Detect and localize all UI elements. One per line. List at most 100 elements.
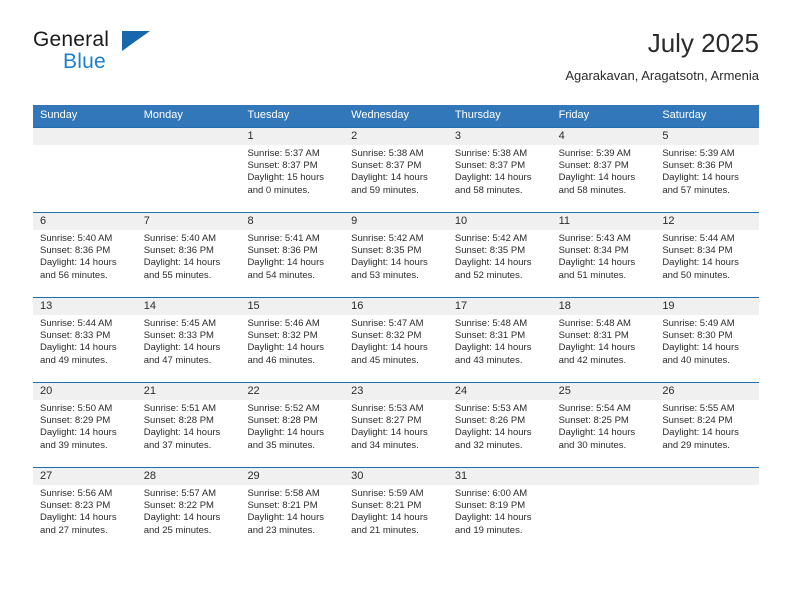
sunrise-text: Sunrise: 5:42 AM <box>454 233 528 244</box>
daylight-text-line2: and 43 minutes. <box>454 354 523 366</box>
calendar-day-cell[interactable]: 14 Sunrise: 5:45 AM Sunset: 8:33 PM Dayligh… <box>136 298 241 382</box>
calendar-day-cell[interactable]: 28 Sunrise: 5:57 AM Sunset: 8:22 PM Dayligh… <box>136 468 241 552</box>
sunset-text: Sunset: 8:21 PM <box>351 500 422 512</box>
sunrise-text: Sunrise: 5:50 AM <box>40 403 113 414</box>
day-number <box>33 128 137 145</box>
sunrise-text: Sunrise: 5:42 AM <box>351 233 424 244</box>
day-number: 6 <box>33 213 137 230</box>
day-number: 4 <box>551 128 656 145</box>
sunset-text: Sunset: 8:31 PM <box>454 330 526 342</box>
daylight-text-line1: Daylight: 14 hours <box>351 427 428 439</box>
sunrise-text: Sunrise: 6:00 AM <box>454 488 528 499</box>
sunrise-text: Sunrise: 5:56 AM <box>40 488 113 499</box>
daylight-text-line2: and 29 minutes. <box>662 439 730 451</box>
calendar-day-cell[interactable]: 24 Sunrise: 5:53 AM Sunset: 8:26 PM Dayligh… <box>447 383 552 467</box>
calendar-day-cell[interactable]: 15 Sunrise: 5:46 AM Sunset: 8:32 PM Dayligh… <box>240 298 345 382</box>
sunrise-text: Sunrise: 5:51 AM <box>143 403 217 414</box>
daylight-text-line1: Daylight: 14 hours <box>351 257 428 269</box>
calendar-day-cell[interactable]: 1 Sunrise: 5:37 AM Sunset: 8:37 PM Daylight… <box>240 128 345 212</box>
day-sun-info: Sunrise: 5:40 AM Sunset: 8:36 PM Daylight:… <box>137 230 241 282</box>
sunset-text: Sunset: 8:37 PM <box>351 160 422 172</box>
sunset-text: Sunset: 8:19 PM <box>454 500 526 512</box>
calendar-day-cell[interactable]: 6 Sunrise: 5:40 AM Sunset: 8:36 PM Daylight… <box>33 213 137 297</box>
daylight-text-line1: Daylight: 14 hours <box>454 257 532 269</box>
calendar-day-cell[interactable]: 21 Sunrise: 5:51 AM Sunset: 8:28 PM Dayligh… <box>136 383 241 467</box>
weekday-header-monday: Monday <box>143 109 183 121</box>
calendar-day-cell[interactable]: 3 Sunrise: 5:38 AM Sunset: 8:37 PM Daylight… <box>447 128 552 212</box>
calendar-grid: Sunday Monday Tuesday Wednesday Thursday… <box>33 105 760 552</box>
calendar-day-cell[interactable]: 27 Sunrise: 5:56 AM Sunset: 8:23 PM Dayligh… <box>33 468 137 552</box>
daylight-text-line2: and 45 minutes. <box>351 354 419 366</box>
daylight-text-line1: Daylight: 14 hours <box>454 427 532 439</box>
calendar-day-cell[interactable]: 29 Sunrise: 5:58 AM Sunset: 8:21 PM Dayligh… <box>240 468 345 552</box>
sunset-text: Sunset: 8:32 PM <box>351 330 422 342</box>
weekday-header-saturday: Saturday <box>662 109 707 121</box>
day-sun-info: Sunrise: 5:47 AM Sunset: 8:32 PM Daylight:… <box>344 315 448 367</box>
daylight-text-line2: and 25 minutes. <box>143 524 212 536</box>
sunset-text: Sunset: 8:32 PM <box>247 330 318 342</box>
calendar-day-cell[interactable]: 12 Sunrise: 5:44 AM Sunset: 8:34 PM Dayligh… <box>655 213 760 297</box>
calendar-day-cell[interactable]: 7 Sunrise: 5:40 AM Sunset: 8:36 PM Daylight… <box>136 213 241 297</box>
calendar-day-cell[interactable]: 9 Sunrise: 5:42 AM Sunset: 8:35 PM Daylight… <box>344 213 448 297</box>
daylight-text-line2: and 55 minutes. <box>143 269 212 281</box>
calendar-day-cell[interactable]: 18 Sunrise: 5:48 AM Sunset: 8:31 PM Dayligh… <box>551 298 656 382</box>
day-sun-info: Sunrise: 5:58 AM Sunset: 8:21 PM Daylight:… <box>240 485 344 537</box>
sunset-text: Sunset: 8:30 PM <box>662 330 733 342</box>
sunset-text: Sunset: 8:35 PM <box>351 245 422 257</box>
daylight-text-line2: and 34 minutes. <box>351 439 419 451</box>
sunrise-text: Sunrise: 5:54 AM <box>558 403 631 414</box>
sunrise-text: Sunrise: 5:40 AM <box>143 233 217 244</box>
calendar-week-row: 20 Sunrise: 5:50 AM Sunset: 8:29 PM Dayligh… <box>33 382 760 467</box>
day-number: 13 <box>33 298 137 315</box>
day-number: 1 <box>240 128 345 145</box>
day-number: 31 <box>447 468 552 485</box>
calendar-day-cell[interactable]: 2 Sunrise: 5:38 AM Sunset: 8:37 PM Daylight… <box>344 128 448 212</box>
sunset-text: Sunset: 8:26 PM <box>454 415 526 427</box>
daylight-text-line2: and 30 minutes. <box>558 439 627 451</box>
calendar-day-cell[interactable]: 16 Sunrise: 5:47 AM Sunset: 8:32 PM Dayligh… <box>344 298 448 382</box>
general-blue-logo[interactable]: General Blue <box>33 28 263 84</box>
day-number: 3 <box>447 128 552 145</box>
daylight-text-line1: Daylight: 14 hours <box>351 342 428 354</box>
calendar-day-cell[interactable]: 31 Sunrise: 6:00 AM Sunset: 8:19 PM Dayligh… <box>447 468 552 552</box>
day-number <box>655 468 760 485</box>
calendar-day-cell[interactable]: 5 Sunrise: 5:39 AM Sunset: 8:36 PM Daylight… <box>655 128 760 212</box>
sunrise-text: Sunrise: 5:53 AM <box>454 403 528 414</box>
day-sun-info: Sunrise: 5:46 AM Sunset: 8:32 PM Daylight:… <box>240 315 344 367</box>
calendar-day-cell[interactable]: 11 Sunrise: 5:43 AM Sunset: 8:34 PM Dayligh… <box>551 213 656 297</box>
day-sun-info: Sunrise: 5:43 AM Sunset: 8:34 PM Daylight:… <box>552 230 656 282</box>
daylight-text-line1: Daylight: 14 hours <box>351 172 428 184</box>
day-sun-info: Sunrise: 5:50 AM Sunset: 8:29 PM Daylight:… <box>33 400 137 452</box>
sunrise-text: Sunrise: 5:47 AM <box>351 318 424 329</box>
calendar-day-cell[interactable]: 10 Sunrise: 5:42 AM Sunset: 8:35 PM Dayligh… <box>447 213 552 297</box>
day-number: 26 <box>655 383 760 400</box>
calendar-day-cell[interactable]: 19 Sunrise: 5:49 AM Sunset: 8:30 PM Dayligh… <box>655 298 760 382</box>
sunset-text: Sunset: 8:34 PM <box>558 245 629 257</box>
calendar-day-cell[interactable]: 23 Sunrise: 5:53 AM Sunset: 8:27 PM Dayligh… <box>344 383 448 467</box>
daylight-text-line1: Daylight: 14 hours <box>662 427 739 439</box>
daylight-text-line2: and 32 minutes. <box>454 439 523 451</box>
sunrise-text: Sunrise: 5:59 AM <box>351 488 424 499</box>
day-sun-info: Sunrise: 5:53 AM Sunset: 8:26 PM Daylight:… <box>448 400 552 452</box>
page-header: General Blue July 2025 Agarakavan, Araga… <box>33 28 759 98</box>
calendar-day-cell[interactable]: 17 Sunrise: 5:48 AM Sunset: 8:31 PM Dayligh… <box>447 298 552 382</box>
day-number <box>136 128 241 145</box>
calendar-day-cell[interactable]: 25 Sunrise: 5:54 AM Sunset: 8:25 PM Dayligh… <box>551 383 656 467</box>
daylight-text-line2: and 37 minutes. <box>143 439 212 451</box>
daylight-text-line2: and 0 minutes. <box>247 184 310 196</box>
calendar-day-cell[interactable]: 13 Sunrise: 5:44 AM Sunset: 8:33 PM Dayligh… <box>33 298 137 382</box>
day-number: 28 <box>136 468 241 485</box>
calendar-day-cell[interactable]: 30 Sunrise: 5:59 AM Sunset: 8:21 PM Dayligh… <box>344 468 448 552</box>
day-number: 18 <box>551 298 656 315</box>
sunset-text: Sunset: 8:24 PM <box>662 415 733 427</box>
calendar-day-cell[interactable]: 4 Sunrise: 5:39 AM Sunset: 8:37 PM Daylight… <box>551 128 656 212</box>
calendar-day-cell[interactable]: 8 Sunrise: 5:41 AM Sunset: 8:36 PM Daylight… <box>240 213 345 297</box>
day-number: 14 <box>136 298 241 315</box>
calendar-day-cell[interactable]: 20 Sunrise: 5:50 AM Sunset: 8:29 PM Dayligh… <box>33 383 137 467</box>
calendar-day-cell[interactable]: 26 Sunrise: 5:55 AM Sunset: 8:24 PM Dayligh… <box>655 383 760 467</box>
day-sun-info: Sunrise: 5:48 AM Sunset: 8:31 PM Daylight:… <box>552 315 656 367</box>
day-number: 11 <box>551 213 656 230</box>
calendar-day-cell[interactable]: 22 Sunrise: 5:52 AM Sunset: 8:28 PM Dayligh… <box>240 383 345 467</box>
sunrise-text: Sunrise: 5:38 AM <box>351 148 424 159</box>
sunrise-text: Sunrise: 5:46 AM <box>247 318 320 329</box>
